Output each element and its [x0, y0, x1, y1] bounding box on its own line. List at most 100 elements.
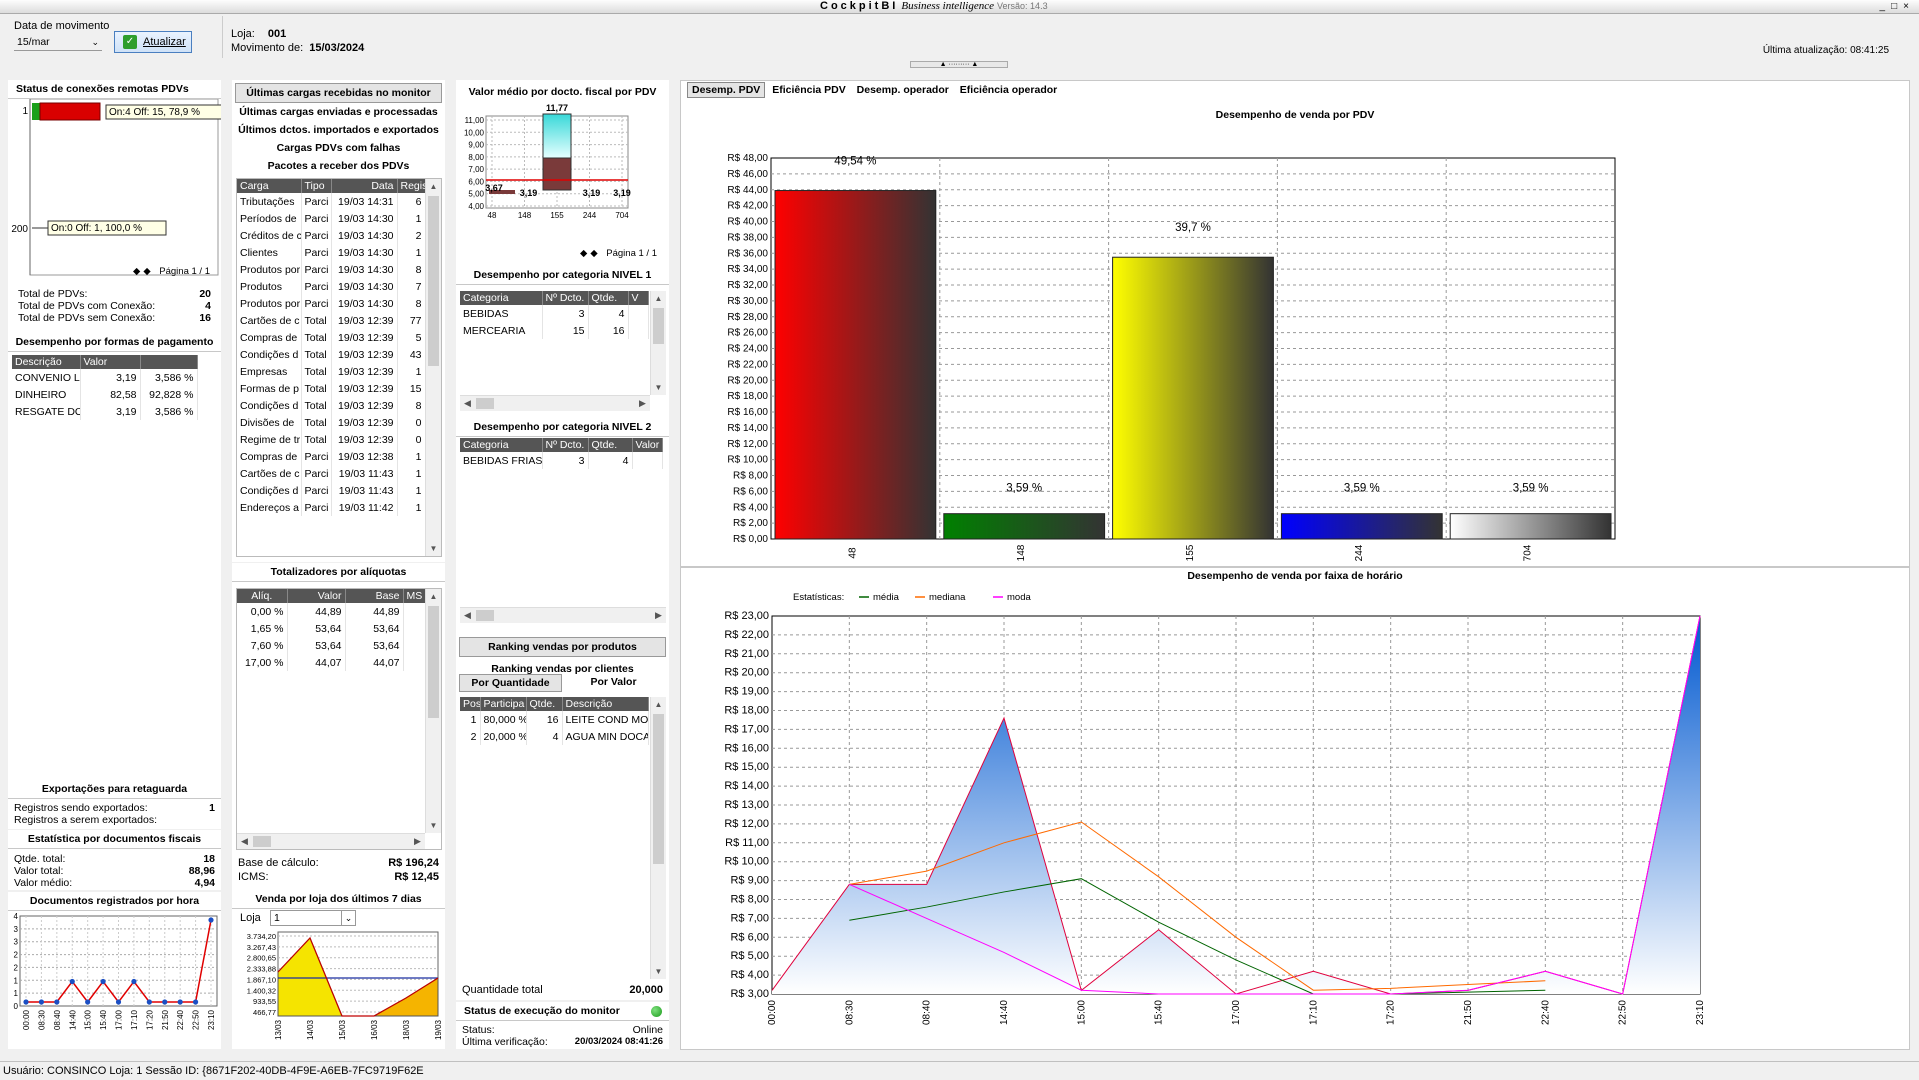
table-row[interactable]: 17,00 % 44,07 44,07: [237, 654, 426, 671]
rank-col-pos[interactable]: Pos: [460, 697, 481, 711]
cat1-hscroll[interactable]: ◀ ▶: [460, 395, 650, 411]
y-tick-label: R$ 46,00: [727, 169, 768, 180]
next-page-icon[interactable]: ◆: [590, 248, 597, 259]
table-row[interactable]: BEBIDAS FRIAS 3 4: [460, 452, 663, 469]
monitor-col-tipo[interactable]: Tipo: [301, 179, 332, 193]
tab-failed-loads[interactable]: Cargas PDVs com falhas: [232, 139, 445, 157]
cat1-vscroll[interactable]: ▲ ▼: [650, 291, 666, 395]
table-row[interactable]: DINHEIRO 82,58 92,828 %: [12, 386, 198, 403]
table-row[interactable]: Produtos Parci 19/03 14:30 7: [237, 278, 426, 295]
table-row[interactable]: Compras de Parci 19/03 12:38 1: [237, 448, 426, 465]
ranking-vscroll[interactable]: ▲ ▼: [650, 697, 666, 979]
cat1-col-valor[interactable]: V: [628, 291, 649, 305]
tab-by-qty[interactable]: Por Quantidade: [459, 674, 562, 692]
monitor-col-carga[interactable]: Carga: [237, 179, 302, 193]
monitor-scrollbar[interactable]: ▲ ▼: [425, 179, 441, 556]
bar[interactable]: [1112, 256, 1274, 540]
table-row[interactable]: Condições d Total 19/03 12:39 43: [237, 346, 426, 363]
table-row[interactable]: Regime de tr Total 19/03 12:39 0: [237, 431, 426, 448]
y-tick-label: R$ 8,00: [733, 471, 768, 482]
table-row[interactable]: BEBIDAS 3 4: [460, 305, 649, 322]
table-cell: 0: [397, 414, 426, 431]
table-row[interactable]: Créditos de c Parci 19/03 14:30 2: [237, 227, 426, 244]
prev-page-icon[interactable]: ◆: [580, 248, 587, 259]
maximize-button[interactable]: □: [1891, 1, 1903, 12]
table-row[interactable]: 0,00 % 44,89 44,89: [237, 603, 426, 620]
table-row[interactable]: Compras de Total 19/03 12:39 5: [237, 329, 426, 346]
cat2-col-categoria[interactable]: Categoria: [460, 438, 543, 452]
x-tick-label: 23:10: [207, 1009, 216, 1030]
tab-ranking-products[interactable]: Ranking vendas por produtos: [459, 637, 666, 657]
aliq-col-ms[interactable]: MS: [403, 589, 426, 603]
table-row[interactable]: Clientes Parci 19/03 14:30 1: [237, 244, 426, 261]
tab-by-value[interactable]: Por Valor: [562, 674, 665, 690]
table-row[interactable]: 2 20,000 % 4 AGUA MIN DOCA: [460, 728, 649, 745]
tab-packages[interactable]: Pacotes a receber dos PDVs: [232, 157, 445, 175]
prev-page-icon[interactable]: ◆: [133, 266, 140, 277]
table-row[interactable]: Empresas Total 19/03 12:39 1: [237, 363, 426, 380]
next-page-icon[interactable]: ◆: [143, 266, 150, 277]
payment-col-desc[interactable]: Descrição: [12, 355, 81, 369]
cat1-col-qtde[interactable]: Qtde.: [588, 291, 629, 305]
y-tick-label: R$ 23,00: [724, 610, 769, 622]
to-export-label: Registros a serem exportados:: [14, 814, 157, 826]
table-row[interactable]: Endereços a Parci 19/03 11:42 1: [237, 499, 426, 516]
monitor-col-data[interactable]: Data: [331, 179, 398, 193]
tab-eficiencia-operador[interactable]: Eficiência operador: [956, 83, 1061, 97]
minimize-button[interactable]: _: [1880, 1, 1892, 12]
table-row[interactable]: Condições d Total 19/03 12:39 8: [237, 397, 426, 414]
tab-eficiencia-pdv[interactable]: Eficiência PDV: [768, 83, 850, 97]
aliquotas-vscroll[interactable]: ▲ ▼: [425, 589, 441, 833]
cat2-col-qtde[interactable]: Qtde.: [588, 438, 633, 452]
table-row[interactable]: 1 80,000 % 16 LEITE COND MOC: [460, 711, 649, 728]
table-row[interactable]: 7,60 % 53,64 53,64: [237, 637, 426, 654]
date-select[interactable]: 15/mar ⌄: [14, 34, 102, 51]
table-row[interactable]: Períodos de Parci 19/03 14:30 1: [237, 210, 426, 227]
cat2-hscroll[interactable]: ◀ ▶: [460, 607, 666, 623]
cat2-col-ndcto[interactable]: Nº Dcto.: [542, 438, 589, 452]
table-cell: [403, 637, 426, 654]
y-tick-label: 1: [14, 976, 19, 985]
cat1-col-categoria[interactable]: Categoria: [460, 291, 543, 305]
aliq-col-valor[interactable]: Valor: [287, 589, 346, 603]
bar[interactable]: [1449, 513, 1612, 540]
week-store-select[interactable]: 1 ⌄: [270, 910, 356, 926]
close-button[interactable]: ×: [1903, 1, 1915, 12]
cat2-panel: Desempenho por categoria NIVEL 2 Categor…: [456, 418, 669, 630]
rank-col-desc[interactable]: Descrição: [562, 697, 649, 711]
cat2-col-valor[interactable]: Valor: [632, 438, 663, 452]
aliquotas-hscroll[interactable]: ◀ ▶: [237, 833, 425, 849]
tab-desemp-operador[interactable]: Desemp. operador: [853, 83, 953, 97]
monitor-col-regis[interactable]: Regis: [397, 179, 426, 193]
payment-col-pct[interactable]: [140, 355, 198, 369]
avg-box-lower: [542, 157, 572, 191]
table-row[interactable]: Produtos por Parci 19/03 14:30 8: [237, 295, 426, 312]
table-row[interactable]: MERCEARIA 15 16: [460, 322, 649, 339]
table-row[interactable]: Condições d Parci 19/03 11:43 1: [237, 482, 426, 499]
table-row[interactable]: Cartões de c Total 19/03 12:39 77: [237, 312, 426, 329]
table-row[interactable]: RESGATE DOC3,193,586 %: [12, 403, 198, 420]
collapse-handle[interactable]: ▲ ········· ▲: [910, 61, 1008, 68]
bar[interactable]: [1280, 513, 1443, 540]
table-row[interactable]: Tributações Parci 19/03 14:31 6: [237, 193, 426, 210]
table-row[interactable]: Cartões de c Parci 19/03 11:43 1: [237, 465, 426, 482]
payment-col-value[interactable]: Valor: [80, 355, 141, 369]
table-row[interactable]: Divisões de Total 19/03 12:39 0: [237, 414, 426, 431]
tab-last-received[interactable]: Últimas cargas recebidas no monitor: [235, 83, 442, 103]
table-row[interactable]: Formas de p Total 19/03 12:39 15: [237, 380, 426, 397]
table-cell: 19/03 12:39: [331, 380, 398, 397]
tab-desemp-pdv[interactable]: Desemp. PDV: [687, 82, 766, 98]
bar[interactable]: [943, 513, 1106, 540]
cat1-col-ndcto[interactable]: Nº Dcto.: [542, 291, 589, 305]
tab-last-sent[interactable]: Últimas cargas enviadas e processadas: [232, 103, 445, 121]
aliq-col-base[interactable]: Base: [345, 589, 404, 603]
bar[interactable]: [774, 190, 937, 540]
aliq-col-aliq[interactable]: Alíq.: [237, 589, 288, 603]
rank-col-part[interactable]: Participa: [480, 697, 527, 711]
table-row[interactable]: Produtos por Parci 19/03 14:30 8: [237, 261, 426, 278]
rank-col-qtde[interactable]: Qtde.: [526, 697, 563, 711]
table-row[interactable]: 1,65 % 53,64 53,64: [237, 620, 426, 637]
refresh-button[interactable]: ✓ Atualizar: [114, 31, 192, 53]
table-row[interactable]: CONVENIO LOJ3,193,586 %: [12, 369, 198, 386]
tab-last-docs[interactable]: Últimos dctos. importados e exportados: [232, 121, 445, 139]
